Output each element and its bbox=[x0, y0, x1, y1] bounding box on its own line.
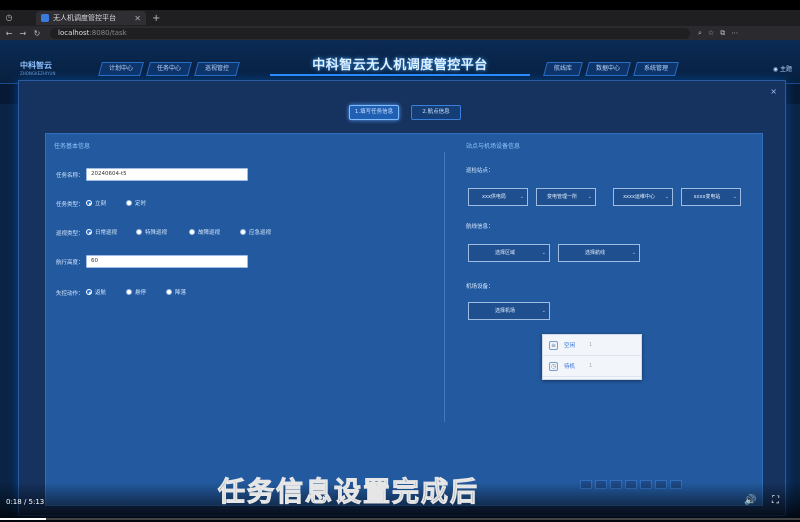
nav-left: 计划中心 任务中心 巡视管控 bbox=[98, 62, 240, 76]
route-info-label: 航线信息： bbox=[466, 224, 494, 230]
radio-scheduled[interactable]: 定时 bbox=[126, 199, 146, 207]
radio-land[interactable]: 降落 bbox=[166, 288, 186, 296]
select-substation-office[interactable]: 变电管理一所 ⌄ bbox=[536, 188, 596, 206]
video-subtitle: 任务信息设置完成后 bbox=[218, 477, 479, 509]
top-black-bar bbox=[0, 0, 800, 10]
nav-data-center[interactable]: 数据中心 bbox=[585, 62, 631, 76]
airport-dropdown: ≡ 空闲 1 ◷ 待机 1 bbox=[542, 334, 642, 380]
radio-fault-patrol[interactable]: 故障巡视 bbox=[189, 228, 220, 236]
step-waypoint-info[interactable]: 2.航点信息 bbox=[411, 105, 461, 120]
clock-icon: ◷ bbox=[549, 361, 558, 371]
layers-icon: ≡ bbox=[549, 340, 558, 350]
back-icon[interactable]: ← bbox=[4, 29, 14, 38]
select-power-bureau[interactable]: xxx供电局 ⌄ bbox=[468, 188, 528, 206]
height-label: 航行高度： bbox=[56, 260, 84, 266]
extensions-icon[interactable]: ⧉ bbox=[720, 29, 725, 38]
chevron-down-icon: ⌄ bbox=[541, 250, 546, 256]
radio-emergency-patrol[interactable]: 应急巡视 bbox=[240, 228, 271, 236]
nav-patrol-control[interactable]: 巡视管控 bbox=[194, 62, 240, 76]
chevron-down-icon: ⌄ bbox=[664, 194, 669, 200]
step-task-info[interactable]: 1.填写任务信息 bbox=[349, 105, 399, 120]
volume-icon[interactable]: 🔊 bbox=[744, 495, 756, 506]
select-area[interactable]: 选择区域 ⌄ bbox=[468, 244, 550, 262]
device-label: 机场设备： bbox=[466, 284, 494, 290]
url-path: :8080/task bbox=[89, 28, 127, 37]
radio-dot-icon bbox=[86, 289, 92, 295]
step-indicator: 1.填写任务信息 2.航点信息 bbox=[349, 105, 461, 120]
radio-dot-icon bbox=[136, 229, 142, 235]
patrol-type-label: 巡视类型： bbox=[56, 231, 84, 237]
task-modal: × 1.填写任务信息 2.航点信息 任务基本信息 站点与机场设备信息 任务名称：… bbox=[18, 80, 786, 516]
radio-dot-icon bbox=[189, 229, 195, 235]
radio-daily-patrol[interactable]: 日常巡视 bbox=[86, 228, 117, 236]
tab-title: 无人机调度管控平台 bbox=[53, 14, 116, 22]
reload-icon[interactable]: ↻ bbox=[32, 29, 42, 38]
radio-dot-icon bbox=[240, 229, 246, 235]
favicon-icon bbox=[41, 14, 49, 22]
menu-icon[interactable]: ⋯ bbox=[731, 29, 738, 38]
select-ops-center[interactable]: xxxx运维中心 ⌄ bbox=[613, 188, 673, 206]
url-field[interactable]: localhost:8080/task bbox=[50, 27, 690, 39]
radio-dot-icon bbox=[166, 289, 172, 295]
dropdown-item-standby[interactable]: ◷ 待机 1 bbox=[543, 356, 641, 377]
radio-return-home[interactable]: 返航 bbox=[86, 288, 106, 296]
close-tab-icon[interactable]: ✕ bbox=[134, 14, 141, 23]
select-substation[interactable]: xxxx变电站 ⌄ bbox=[681, 188, 741, 206]
select-route[interactable]: 选择航线 ⌄ bbox=[558, 244, 640, 262]
browser-tab[interactable]: 无人机调度管控平台 ✕ bbox=[36, 11, 146, 25]
app-logo: 中科智云 ZHONGKEZHIYUN bbox=[20, 60, 55, 76]
logo-text: 中科智云 bbox=[20, 61, 52, 70]
radio-dot-icon bbox=[126, 200, 132, 206]
nav-system-management[interactable]: 系统管理 bbox=[633, 62, 679, 76]
address-bar-row: ← → ↻ localhost:8080/task ⌕ ☆ ⧉ ⋯ bbox=[0, 26, 800, 40]
height-input[interactable]: 60 bbox=[86, 255, 248, 268]
tab-actions-icon[interactable]: ◷ bbox=[4, 13, 14, 23]
theme-button[interactable]: ◉ 主题 bbox=[773, 64, 792, 73]
app-header: 中科智云 ZHONGKEZHIYUN 计划中心 任务中心 巡视管控 中科智云无人… bbox=[0, 40, 800, 84]
browser-tabbar: ◷ 无人机调度管控平台 ✕ + bbox=[0, 10, 800, 26]
radio-hover[interactable]: 悬停 bbox=[126, 288, 146, 296]
section-task-basic: 任务基本信息 bbox=[54, 143, 91, 150]
chevron-down-icon: ⌄ bbox=[541, 308, 546, 314]
logo-subtext: ZHONGKEZHIYUN bbox=[20, 71, 56, 76]
section-site-device: 站点与机场设备信息 bbox=[466, 143, 521, 150]
video-time: 0:18 / 5:13 bbox=[6, 498, 45, 506]
close-icon[interactable]: × bbox=[770, 87, 777, 96]
select-airport[interactable]: 选择机场 ⌄ bbox=[468, 302, 550, 320]
form-panel: 任务基本信息 站点与机场设备信息 任务名称： 20240604-t5 任务类型：… bbox=[45, 133, 763, 506]
forward-icon[interactable]: → bbox=[18, 29, 28, 38]
task-name-input[interactable]: 20240604-t5 bbox=[86, 168, 248, 181]
chevron-down-icon: ⌄ bbox=[732, 194, 737, 200]
panel-divider bbox=[444, 152, 445, 422]
task-type-label: 任务类型： bbox=[56, 202, 84, 208]
dropdown-item-idle[interactable]: ≡ 空闲 1 bbox=[543, 335, 641, 356]
chevron-down-icon: ⌄ bbox=[631, 250, 636, 256]
patrol-site-label: 巡检站点： bbox=[466, 168, 494, 174]
radio-immediate[interactable]: 立刻 bbox=[86, 199, 106, 207]
chevron-down-icon: ⌄ bbox=[587, 194, 592, 200]
zoom-icon[interactable]: ⌕ bbox=[698, 29, 702, 38]
task-name-label: 任务名称： bbox=[56, 173, 84, 179]
radio-dot-icon bbox=[86, 200, 92, 206]
app-root: 中科智云 ZHONGKEZHIYUN 计划中心 任务中心 巡视管控 中科智云无人… bbox=[0, 40, 800, 522]
video-progress-fill bbox=[0, 518, 46, 520]
app-title: 中科智云无人机调度管控平台 bbox=[270, 54, 530, 76]
radio-dot-icon bbox=[126, 289, 132, 295]
radio-special-patrol[interactable]: 特殊巡视 bbox=[136, 228, 167, 236]
radio-dot-icon bbox=[86, 229, 92, 235]
lost-action-label: 失控动作： bbox=[56, 291, 84, 297]
nav-right: 航线库 数据中心 系统管理 bbox=[543, 62, 679, 76]
chevron-down-icon: ⌄ bbox=[519, 194, 524, 200]
new-tab-icon[interactable]: + bbox=[152, 13, 160, 24]
nav-task-center[interactable]: 任务中心 bbox=[146, 62, 192, 76]
favorite-icon[interactable]: ☆ bbox=[708, 29, 714, 38]
video-progress[interactable] bbox=[0, 518, 800, 520]
nav-plan-center[interactable]: 计划中心 bbox=[98, 62, 144, 76]
url-host: localhost bbox=[58, 28, 90, 37]
nav-route-library[interactable]: 航线库 bbox=[543, 62, 583, 76]
fullscreen-icon[interactable]: ⛶ bbox=[772, 495, 779, 506]
